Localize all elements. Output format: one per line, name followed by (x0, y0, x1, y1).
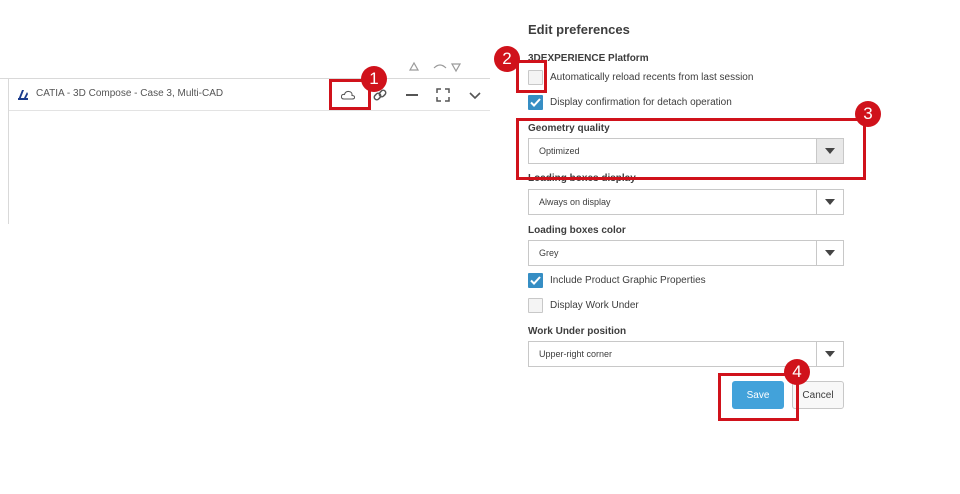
dropdown-arrow-icon[interactable] (816, 342, 843, 366)
step-badge-3: 3 (855, 101, 881, 127)
widget-titlebar: CATIA - 3D Compose - Case 3, Multi-CAD (9, 79, 490, 111)
step-badge-4: 4 (784, 359, 810, 385)
work-under-position-value: Upper-right corner (539, 349, 613, 359)
highlight-box-3 (516, 118, 866, 180)
loading-boxes-display-value: Always on display (539, 197, 611, 207)
widget-title: CATIA - 3D Compose - Case 3, Multi-CAD (36, 88, 224, 99)
dropdown-arrow-icon[interactable] (816, 190, 843, 214)
step-badge-2: 2 (494, 46, 520, 72)
step-badge-1: 1 (361, 66, 387, 92)
detach-confirm-checkbox[interactable] (528, 94, 543, 110)
minimize-icon[interactable] (400, 84, 424, 106)
work-under-position-label: Work Under position (528, 326, 627, 337)
detach-confirm-label: Display confirmation for detach operatio… (550, 96, 732, 108)
display-work-under-label: Display Work Under (550, 299, 639, 311)
checkmark-icon (530, 275, 541, 285)
edit-preferences-panel: Edit preferences 3DEXPERIENCE Platform A… (528, 0, 848, 494)
chevron-down-icon[interactable] (463, 84, 487, 106)
highlight-box-2 (516, 60, 547, 93)
checkmark-icon (530, 97, 541, 107)
loading-boxes-display-select[interactable]: Always on display (528, 189, 844, 215)
maximize-icon[interactable] (431, 84, 455, 106)
loading-boxes-color-label: Loading boxes color (528, 225, 626, 236)
faint-toolbar-icons (404, 60, 464, 74)
auto-reload-label: Automatically reload recents from last s… (550, 71, 754, 83)
cancel-button[interactable]: Cancel (792, 381, 844, 409)
detach-confirm-row[interactable]: Display confirmation for detach operatio… (528, 93, 732, 111)
panel-title: Edit preferences (528, 22, 630, 37)
display-work-under-row[interactable]: Display Work Under (528, 296, 639, 314)
include-graphic-props-label: Include Product Graphic Properties (550, 274, 706, 286)
display-work-under-checkbox[interactable] (528, 297, 543, 313)
loading-boxes-color-select[interactable]: Grey (528, 240, 844, 266)
include-graphic-props-checkbox[interactable] (528, 272, 543, 288)
loading-boxes-color-value: Grey (539, 248, 559, 258)
include-graphic-props-row[interactable]: Include Product Graphic Properties (528, 271, 706, 289)
dropdown-arrow-icon[interactable] (816, 241, 843, 265)
auto-reload-row[interactable]: Automatically reload recents from last s… (528, 68, 753, 86)
ds-logo-icon (17, 88, 29, 100)
